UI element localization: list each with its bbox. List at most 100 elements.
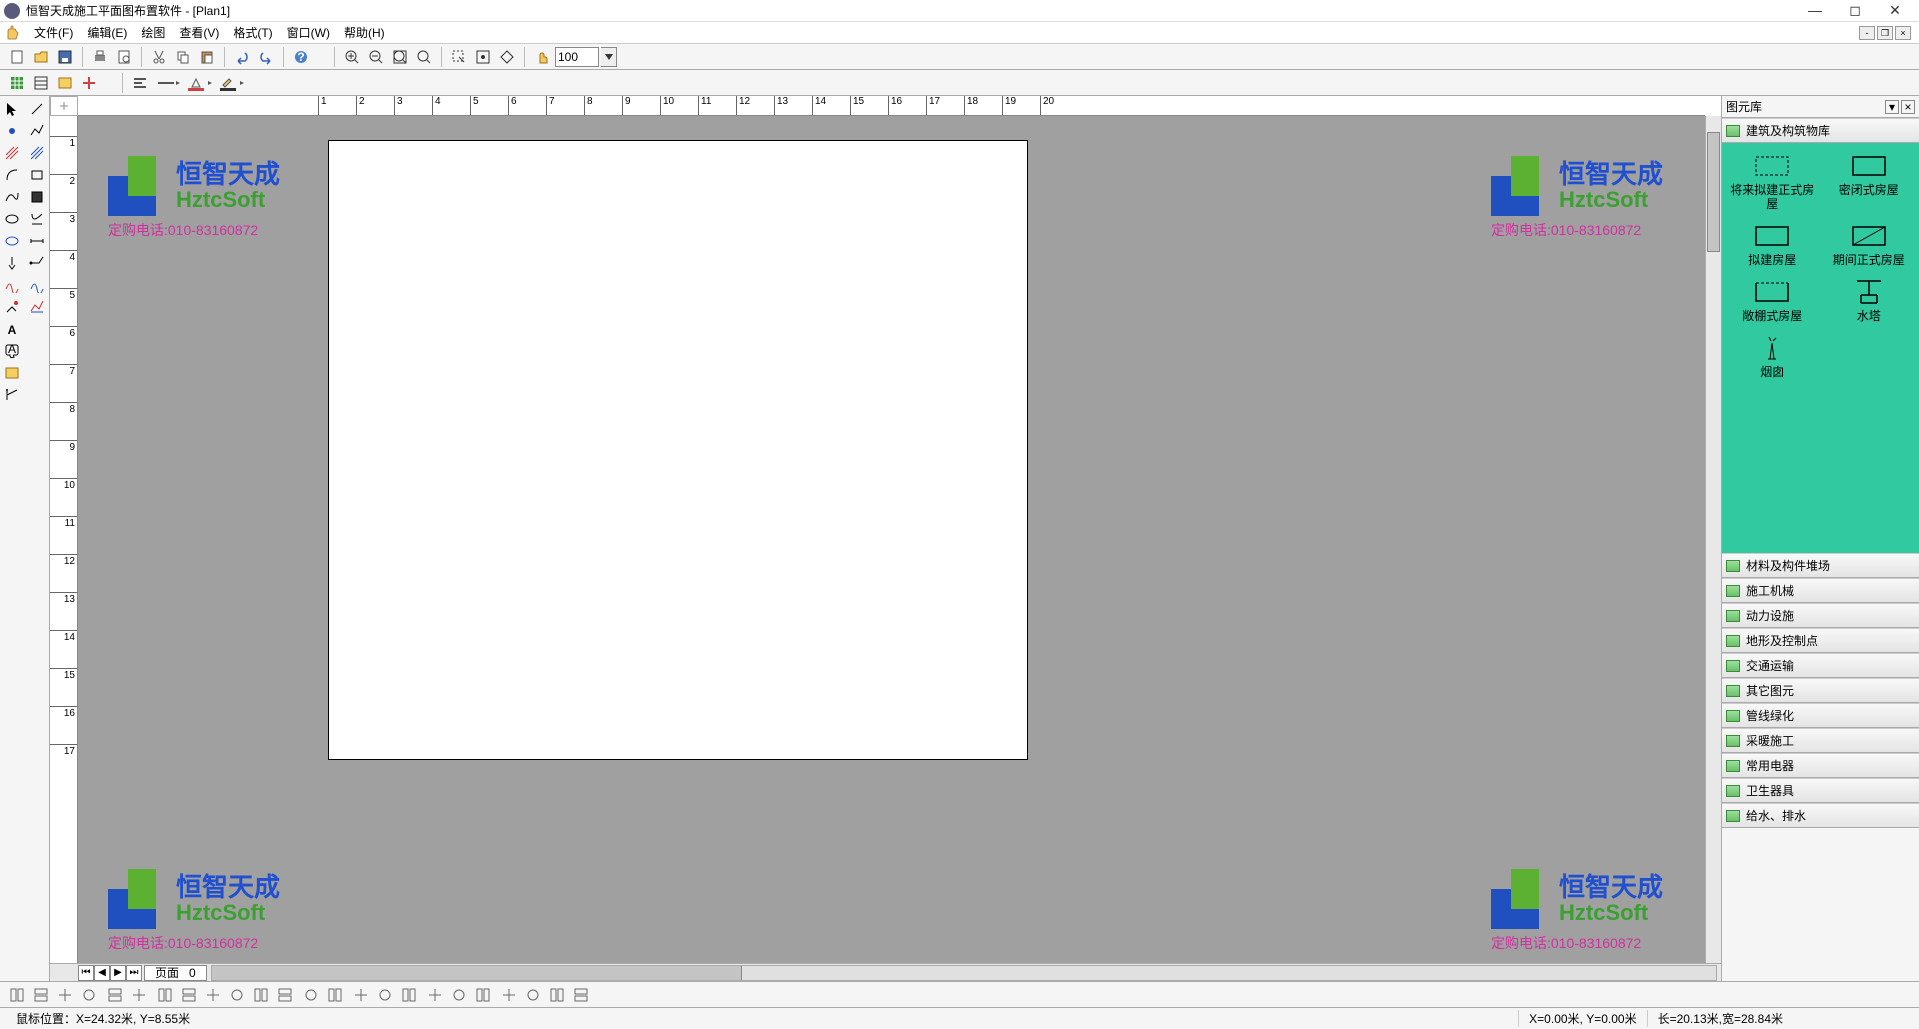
ruler-vertical[interactable]: 1234567891011121314151617 [50,116,78,963]
library-category[interactable]: 地形及控制点 [1722,628,1919,653]
bottom-tool-b23[interactable] [546,984,568,1006]
layers-button[interactable] [30,72,52,94]
close-button[interactable]: ✕ [1885,2,1905,19]
bottom-tool-b21[interactable] [498,984,520,1006]
library-category[interactable]: 材料及构件堆场 [1722,553,1919,578]
library-item[interactable]: 拟建房屋 [1726,221,1819,269]
library-item[interactable]: 敞棚式房屋 [1726,277,1819,325]
menu-view[interactable]: 查看(V) [173,22,225,43]
bottom-tool-b13[interactable] [300,984,322,1006]
tool-hatch-red[interactable] [0,142,25,164]
minimize-button[interactable]: — [1805,2,1825,19]
paste-button[interactable] [196,46,218,68]
tool-marker[interactable] [0,252,25,274]
open-button[interactable] [30,46,52,68]
bottom-tool-b5[interactable] [104,984,126,1006]
library-item[interactable]: 水塔 [1823,277,1916,325]
add-button[interactable] [78,72,100,94]
bottom-tool-b22[interactable] [522,984,544,1006]
bottom-tool-b17[interactable] [398,984,420,1006]
tool-round-rect[interactable] [25,208,50,230]
zoom-input[interactable] [555,47,599,67]
page-last[interactable]: ⏭ [126,965,142,981]
tool-spline[interactable] [0,274,25,296]
preview-button[interactable] [113,46,135,68]
tool-text[interactable]: A [0,318,25,340]
tool-rect[interactable] [25,164,50,186]
grid-toggle-button[interactable] [6,72,28,94]
pan-button[interactable] [531,46,553,68]
tool-measure[interactable] [0,384,25,406]
bottom-tool-b4[interactable] [78,984,100,1006]
bottom-tool-b7[interactable] [154,984,176,1006]
bottom-tool-b12[interactable] [274,984,296,1006]
tool-leader[interactable] [25,252,50,274]
library-category[interactable]: 施工机械 [1722,578,1919,603]
library-category[interactable]: 交通运输 [1722,653,1919,678]
library-item[interactable]: 将来拟建正式房屋 [1726,151,1819,213]
library-category[interactable]: 给水、排水 [1722,803,1919,828]
zoom-fit-button[interactable] [389,46,411,68]
tool-point[interactable] [0,120,25,142]
zoom-actual-button[interactable] [413,46,435,68]
tool-door[interactable] [25,186,50,208]
tool-arc[interactable] [0,164,25,186]
snap-button[interactable] [472,46,494,68]
bottom-tool-b16[interactable] [374,984,396,1006]
bottom-tool-b9[interactable] [202,984,224,1006]
bottom-tool-b8[interactable] [178,984,200,1006]
tool-region[interactable] [25,296,50,318]
tool-callout[interactable] [25,274,50,296]
bottom-tool-b6[interactable] [128,984,150,1006]
props-button[interactable] [54,72,76,94]
library-category[interactable]: 动力设施 [1722,603,1919,628]
mdi-close[interactable]: × [1895,26,1911,40]
menu-window[interactable]: 窗口(W) [281,22,336,43]
menu-draw[interactable]: 绘图 [135,22,171,43]
line-color-button[interactable] [217,72,247,94]
page-prev[interactable]: ◀ [94,965,110,981]
tool-curve[interactable] [0,186,25,208]
maximize-button[interactable]: ◻ [1845,2,1865,19]
ruler-horizontal[interactable]: 1234567891011121314151617181920 [78,96,1705,116]
tool-image[interactable] [0,362,25,384]
horizontal-scrollbar[interactable] [211,965,1717,981]
redo-button[interactable] [255,46,277,68]
library-dropdown[interactable]: ▾ [1885,100,1899,114]
library-category[interactable]: 采暖施工 [1722,728,1919,753]
library-close[interactable]: × [1901,100,1915,114]
mdi-minimize[interactable]: ‐ [1859,26,1875,40]
vertical-scrollbar[interactable] [1705,116,1721,963]
mdi-restore[interactable]: ❐ [1877,26,1893,40]
library-item[interactable]: 烟囱 [1726,333,1819,381]
zoom-dropdown[interactable] [601,47,617,67]
fill-color-button[interactable] [185,72,215,94]
tool-oval[interactable] [0,230,25,252]
zoom-in-button[interactable] [341,46,363,68]
save-button[interactable] [54,46,76,68]
ruler-corner[interactable] [50,96,78,116]
cut-button[interactable] [148,46,170,68]
menu-format[interactable]: 格式(T) [227,22,278,43]
tool-line[interactable] [25,98,50,120]
menu-help[interactable]: 帮助(H) [338,22,391,43]
library-category[interactable]: 卫生器具 [1722,778,1919,803]
bottom-tool-b2[interactable] [30,984,52,1006]
tool-ellipse[interactable] [0,208,25,230]
tool-dimension[interactable] [25,230,50,252]
page-next[interactable]: ▶ [110,965,126,981]
bottom-tool-b14[interactable] [324,984,346,1006]
bottom-tool-b1[interactable] [6,984,28,1006]
bottom-tool-b15[interactable] [350,984,372,1006]
bottom-tool-b20[interactable] [472,984,494,1006]
library-category-active[interactable]: 建筑及构筑物库 [1722,118,1919,143]
library-category[interactable]: 常用电器 [1722,753,1919,778]
copy-button[interactable] [172,46,194,68]
zoom-out-button[interactable] [365,46,387,68]
bottom-tool-b11[interactable] [250,984,272,1006]
menu-file[interactable]: 文件(F) [28,22,79,43]
help-button[interactable]: ? [290,46,312,68]
line-style-button[interactable] [153,72,183,94]
tool-pointer[interactable] [0,98,25,120]
new-button[interactable] [6,46,28,68]
